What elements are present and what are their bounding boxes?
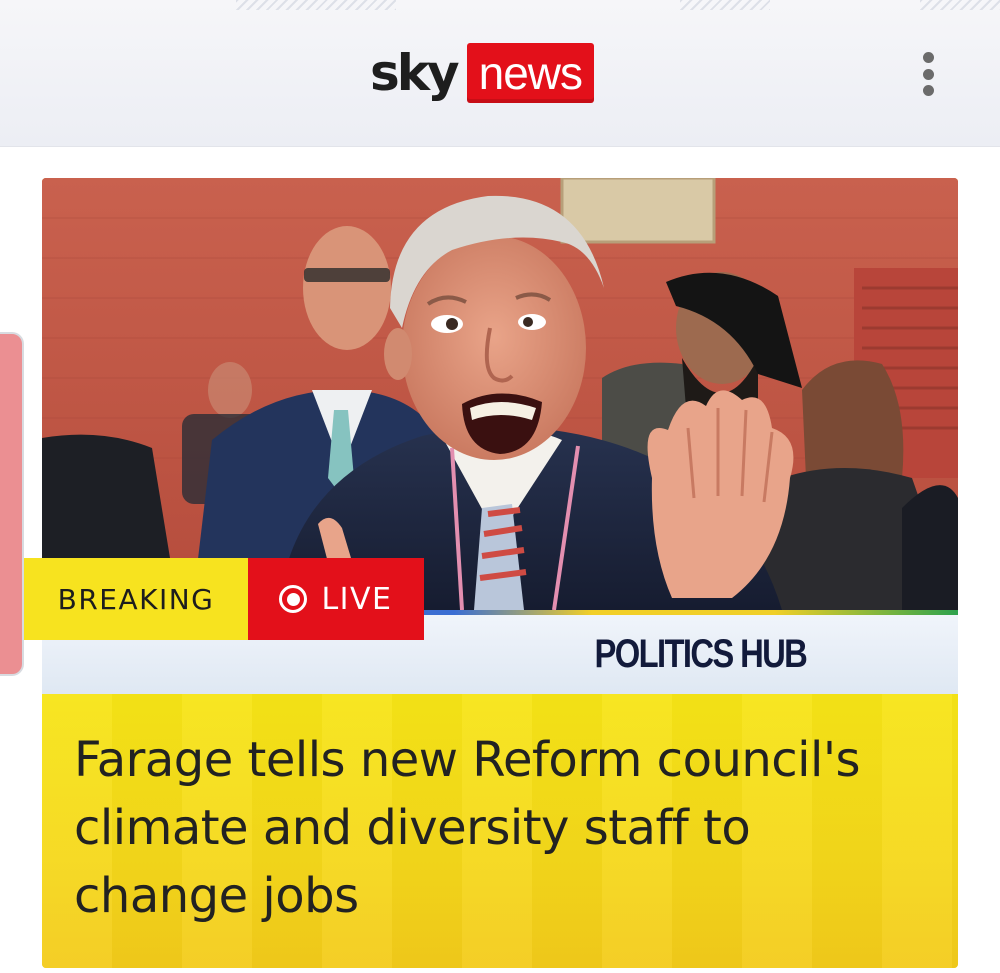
- logo-sky-text: sky: [370, 44, 460, 102]
- side-drawer-handle[interactable]: [0, 332, 24, 676]
- headline-panel[interactable]: Farage tells new Reform council's climat…: [42, 694, 958, 968]
- live-record-icon: [279, 585, 308, 613]
- live-badge-label: LIVE: [321, 581, 393, 617]
- header-decoration: [236, 0, 396, 10]
- politics-hub-label: POLITICS HUB: [594, 632, 807, 676]
- more-vertical-icon: [922, 52, 934, 96]
- live-badge: LIVE: [248, 558, 424, 640]
- app-header: sky news: [0, 0, 1000, 147]
- article-photo: [42, 178, 958, 610]
- article-photo-illustration: [42, 178, 958, 610]
- breaking-badge: BREAKING: [24, 558, 248, 640]
- logo-news-text: news: [466, 43, 594, 103]
- more-menu-button[interactable]: [912, 48, 944, 100]
- header-decoration: [920, 0, 1000, 10]
- article-headline[interactable]: Farage tells new Reform council's climat…: [74, 726, 934, 930]
- header-decoration: [680, 0, 770, 10]
- sky-news-logo[interactable]: sky news: [370, 42, 594, 104]
- breaking-live-badges: BREAKING LIVE: [24, 558, 424, 640]
